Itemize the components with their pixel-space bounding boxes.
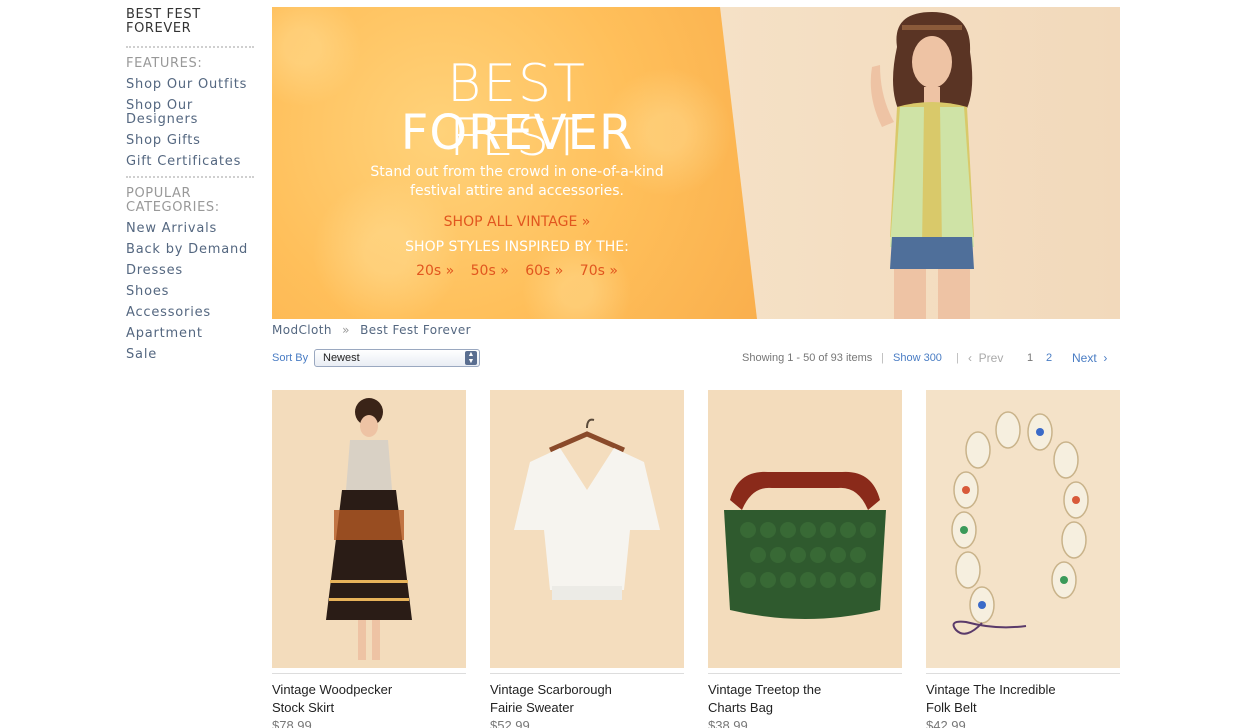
- hero-banner[interactable]: BEST FEST FOREVER Stand out from the cro…: [272, 7, 1120, 319]
- divider: [126, 46, 254, 48]
- product-name[interactable]: Vintage The Incredible Folk Belt: [926, 681, 1106, 717]
- hero-subtitle: Stand out from the crowd in one-of-a-kin…: [370, 164, 664, 199]
- breadcrumb-current: Best Fest Forever: [360, 323, 471, 337]
- divider: |: [881, 352, 884, 364]
- product-name[interactable]: Vintage Scarborough Fairie Sweater: [490, 681, 670, 717]
- sidebar-link-back-by-demand[interactable]: Back by Demand: [126, 243, 256, 257]
- shop-all-vintage-link[interactable]: SHOP ALL VINTAGE »: [362, 214, 672, 230]
- product-name-line1: Vintage Treetop the: [708, 682, 822, 697]
- product-price: $38.99: [708, 718, 748, 728]
- divider: |: [956, 352, 959, 364]
- sidebar-link-shop-gifts[interactable]: Shop Gifts: [126, 134, 256, 148]
- next-page-link[interactable]: Next ›: [1072, 351, 1107, 365]
- sidebar-link-new-arrivals[interactable]: New Arrivals: [126, 222, 256, 236]
- sweater-on-hanger-image: [490, 390, 684, 668]
- product-name-line2: Fairie Sweater: [490, 700, 574, 715]
- show-300-link[interactable]: Show 300: [893, 352, 942, 364]
- prev-page-label: Prev: [978, 351, 1004, 365]
- product-card: Vintage Treetop the Charts Bag $38.99: [708, 390, 902, 728]
- sort-pagination-bar: Sort By Newest ▲ ▼ Showing 1 - 50 of 93 i…: [272, 349, 1120, 367]
- decade-link-60s[interactable]: 60s »: [525, 263, 563, 279]
- sidebar-link-accessories[interactable]: Accessories: [126, 306, 256, 320]
- product-image-sweater[interactable]: [490, 390, 684, 668]
- product-price: $42.99: [926, 718, 966, 728]
- item-count: Showing 1 - 50 of 93 items: [742, 352, 873, 364]
- product-name-line2: Charts Bag: [708, 700, 774, 715]
- green-bag-image: [708, 390, 902, 668]
- sort-select[interactable]: Newest ▲ ▼: [314, 349, 480, 367]
- product-card: Vintage Scarborough Fairie Sweater $52.9…: [490, 390, 684, 728]
- product-name[interactable]: Vintage Woodpecker Stock Skirt: [272, 681, 452, 717]
- product-image-skirt[interactable]: [272, 390, 466, 668]
- divider: [126, 176, 254, 178]
- product-image-bag[interactable]: [708, 390, 902, 668]
- product-card: Vintage The Incredible Folk Belt $42.99: [926, 390, 1120, 728]
- features-heading: FEATURES:: [126, 56, 203, 71]
- sidebar: BEST FEST FOREVER FEATURES: Shop Our Out…: [126, 8, 256, 369]
- sidebar-link-apartment[interactable]: Apartment: [126, 327, 256, 341]
- divider: [272, 673, 466, 674]
- breadcrumb-separator: »: [342, 323, 350, 337]
- divider: [926, 673, 1120, 674]
- sidebar-link-shop-our-designers[interactable]: Shop Our Designers: [126, 99, 216, 127]
- folk-belt-image: [926, 390, 1120, 668]
- next-page-label: Next: [1072, 351, 1097, 365]
- select-arrows-icon: ▲ ▼: [465, 351, 477, 365]
- decade-link-70s[interactable]: 70s »: [580, 263, 618, 279]
- product-image-belt[interactable]: [926, 390, 1120, 668]
- breadcrumb-home[interactable]: ModCloth: [272, 323, 332, 337]
- sidebar-link-shop-our-outfits[interactable]: Shop Our Outfits: [126, 78, 256, 92]
- sidebar-link-sale[interactable]: Sale: [126, 348, 256, 362]
- sort-label: Sort By: [272, 352, 309, 364]
- product-price: $52.99: [490, 718, 530, 728]
- sidebar-title: BEST FEST FOREVER: [126, 7, 201, 36]
- product-card: Vintage Woodpecker Stock Skirt $78.99: [272, 390, 466, 728]
- sidebar-link-dresses[interactable]: Dresses: [126, 264, 256, 278]
- page-1: 1: [1027, 352, 1034, 364]
- chevron-right-icon: ›: [1103, 351, 1108, 365]
- sidebar-link-shoes[interactable]: Shoes: [126, 285, 256, 299]
- categories-heading: POPULAR CATEGORIES:: [126, 186, 220, 215]
- sidebar-link-gift-certificates[interactable]: Gift Certificates: [126, 155, 256, 169]
- product-name[interactable]: Vintage Treetop the Charts Bag: [708, 681, 888, 717]
- breadcrumb: ModCloth » Best Fest Forever: [272, 323, 471, 337]
- decade-links: 20s » 50s » 60s » 70s »: [362, 263, 672, 279]
- product-name-line1: Vintage Scarborough: [490, 682, 612, 697]
- hero-title-line2: FOREVER: [400, 105, 634, 161]
- decade-link-50s[interactable]: 50s »: [471, 263, 509, 279]
- decade-link-20s[interactable]: 20s »: [416, 263, 454, 279]
- product-name-line1: Vintage The Incredible: [926, 682, 1056, 697]
- product-price: $78.99: [272, 718, 312, 728]
- model-in-skirt-image: [272, 390, 466, 668]
- product-name-line2: Stock Skirt: [272, 700, 335, 715]
- product-name-line2: Folk Belt: [926, 700, 977, 715]
- model-photo: [870, 12, 974, 319]
- sort-selected-value: Newest: [323, 352, 360, 364]
- divider: [708, 673, 902, 674]
- chevron-left-icon: ‹: [968, 351, 972, 365]
- product-name-line1: Vintage Woodpecker: [272, 682, 393, 697]
- prev-page-link[interactable]: ‹ Prev: [968, 351, 1003, 365]
- divider: [490, 673, 684, 674]
- page-2-link[interactable]: 2: [1046, 352, 1052, 364]
- hero-styles-label: SHOP STYLES INSPIRED BY THE:: [405, 239, 629, 255]
